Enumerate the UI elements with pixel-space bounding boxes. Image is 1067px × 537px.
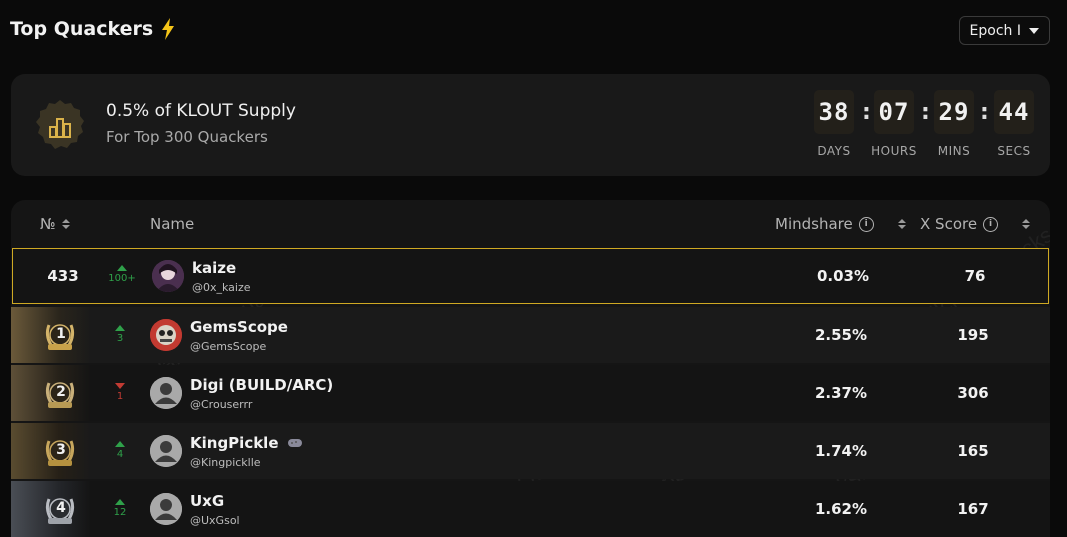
mindshare-value: 2.37% — [814, 384, 868, 402]
rank-number: 1 — [56, 326, 66, 342]
avatar — [152, 260, 184, 292]
countdown-secs-label: SECS — [997, 144, 1031, 158]
mindshare-value: 1.62% — [814, 500, 868, 518]
rank-change-value: 4 — [116, 449, 124, 460]
user-handle: @0x_kaize — [192, 281, 251, 294]
xscore-value: 195 — [957, 326, 989, 344]
mindshare-value: 1.74% — [814, 442, 868, 460]
sort-icon — [61, 219, 70, 229]
leaderboard-badge-icon — [36, 100, 84, 149]
rank-change-value: 100+ — [108, 273, 136, 284]
rank-change: 3 — [103, 325, 137, 344]
rank-number: 4 — [56, 500, 66, 516]
epoch-dropdown[interactable]: Epoch I — [958, 16, 1050, 45]
rank-number: 433 — [47, 267, 79, 285]
pickle-emoji-icon — [287, 439, 302, 447]
countdown-mins-value: 29 — [934, 90, 974, 134]
countdown-mins-label: MINS — [937, 144, 971, 158]
xscore-value: 76 — [964, 267, 986, 285]
rank-change: 100+ — [105, 265, 139, 284]
countdown-separator: : — [862, 100, 871, 125]
countdown-separator: : — [921, 100, 930, 125]
reward-subtitle: For Top 300 Quackers — [106, 128, 268, 146]
reward-title: 0.5% of KLOUT Supply — [106, 101, 296, 121]
column-xscore-label: X Score — [920, 215, 978, 233]
arrow-up-icon — [117, 265, 127, 271]
sort-icon — [897, 219, 906, 229]
user-name-text: KingPickle — [190, 434, 279, 452]
column-xscore[interactable]: X Score i — [920, 215, 1031, 233]
user-name[interactable]: KingPickle — [190, 434, 303, 452]
rank-change: 4 — [103, 441, 137, 460]
user-name[interactable]: kaize — [192, 259, 236, 277]
avatar-placeholder-icon — [150, 377, 182, 409]
avatar-placeholder-icon — [150, 435, 182, 467]
mindshare-value: 2.55% — [814, 326, 868, 344]
arrow-down-icon — [115, 383, 125, 389]
countdown-hours-value: 07 — [874, 90, 914, 134]
user-name[interactable]: Digi (BUILD/ARC) — [190, 376, 333, 394]
mindshare-value: 0.03% — [816, 267, 870, 285]
sort-icon — [1022, 219, 1031, 229]
xscore-value: 167 — [957, 500, 989, 518]
countdown-days-value: 38 — [814, 90, 854, 134]
table-row[interactable]: 4 12 UxG @UxGsol 1.62% 167 — [11, 481, 1050, 537]
arrow-up-icon — [115, 325, 125, 331]
lightning-icon — [162, 18, 175, 40]
table-header: № Name Mindshare i X Score i — [11, 200, 1050, 248]
user-handle: @Kingpicklle — [190, 456, 261, 469]
current-user-row[interactable]: 433 100+ kaize @0x_kaize 0.03% 76 — [12, 248, 1049, 304]
arrow-up-icon — [115, 499, 125, 505]
xscore-value: 306 — [957, 384, 989, 402]
info-icon[interactable]: i — [858, 216, 874, 232]
leaderboard-table: Wallchain Quacks Wallchain Quacks Wallch… — [11, 200, 1050, 537]
column-name: Name — [150, 215, 194, 233]
rank-number: 2 — [56, 384, 66, 400]
column-name-label: Name — [150, 215, 195, 233]
rank-number: 3 — [56, 442, 66, 458]
countdown-secs-value: 44 — [994, 90, 1034, 134]
user-handle: @GemsScope — [190, 340, 267, 353]
rank-change: 12 — [103, 499, 137, 518]
chevron-down-icon — [1029, 27, 1039, 34]
user-name[interactable]: GemsScope — [190, 318, 288, 336]
page-title-text: Top Quackers — [10, 18, 154, 40]
rank-change-value: 1 — [116, 391, 124, 402]
column-rank[interactable]: № — [40, 215, 70, 233]
countdown-separator: : — [980, 100, 989, 125]
column-mindshare[interactable]: Mindshare i — [775, 215, 906, 233]
table-row[interactable]: 3 4 KingPickle @Kingpicklle 1.74% 165 — [11, 423, 1050, 479]
page-header: Top Quackers Epoch I — [10, 14, 1050, 48]
countdown-hours-label: HOURS — [871, 144, 917, 158]
user-name[interactable]: UxG — [190, 492, 224, 510]
avatar — [150, 319, 182, 351]
epoch-label: Epoch I — [969, 22, 1021, 39]
info-icon[interactable]: i — [983, 216, 999, 232]
avatar-placeholder-icon — [150, 493, 182, 525]
rank-change-value: 3 — [116, 333, 124, 344]
rank-change: 1 — [103, 383, 137, 402]
arrow-up-icon — [115, 441, 125, 447]
user-handle: @UxGsol — [190, 514, 240, 527]
column-rank-label: № — [40, 215, 56, 233]
user-handle: @Crouserrr — [190, 398, 253, 411]
table-row[interactable]: 2 1 Digi (BUILD/ARC) @Crouserrr 2.37% 30… — [11, 365, 1050, 421]
reward-card: 0.5% of KLOUT Supply For Top 300 Quacker… — [11, 74, 1050, 176]
countdown-days-label: DAYS — [817, 144, 851, 158]
column-mindshare-label: Mindshare — [775, 215, 853, 233]
page-title: Top Quackers — [10, 18, 175, 40]
xscore-value: 165 — [957, 442, 989, 460]
rank-change-value: 12 — [113, 507, 127, 518]
table-row[interactable]: 1 3 GemsScope @GemsScope 2.55% 195 — [11, 307, 1050, 363]
